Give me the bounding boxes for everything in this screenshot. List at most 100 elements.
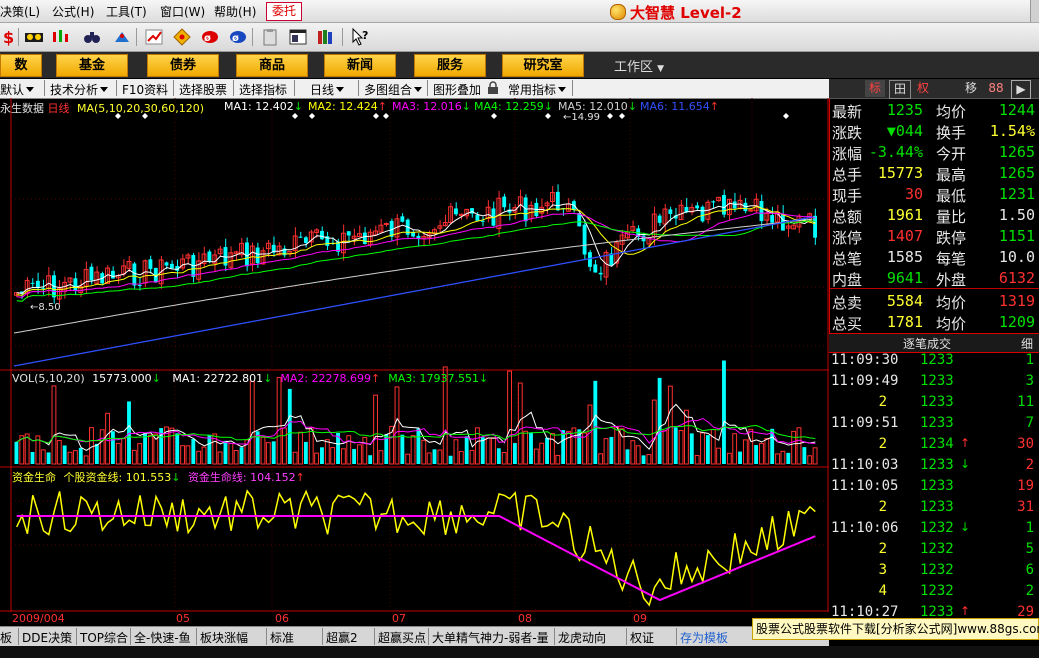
dollar-icon[interactable]: $ bbox=[0, 27, 20, 47]
bottom-tab[interactable]: 超赢2 bbox=[326, 629, 358, 646]
quote-label: 总笔 bbox=[832, 250, 863, 268]
tick-time: 11:10:05 bbox=[831, 478, 899, 494]
quote-row: 涨幅 -3.44% 今开 1265 bbox=[830, 143, 1035, 164]
analysis-select-stock[interactable]: 选择股票 bbox=[179, 81, 227, 98]
bottom-tab[interactable]: 存为模板 bbox=[680, 629, 728, 646]
candle-body bbox=[475, 214, 480, 221]
volume-bar bbox=[507, 370, 512, 465]
bottom-tab[interactable]: 权证 bbox=[630, 629, 654, 646]
volume-bar bbox=[582, 432, 588, 465]
books-icon[interactable] bbox=[316, 27, 336, 47]
window-layout-icon[interactable] bbox=[288, 27, 308, 47]
binoculars-chart-icon[interactable] bbox=[24, 27, 44, 47]
tick-price: 1233 bbox=[920, 478, 954, 494]
tick-qty: 31 bbox=[1017, 499, 1034, 515]
quote-label: 涨幅 bbox=[832, 145, 863, 163]
quote-label: 外盘 bbox=[936, 271, 967, 289]
nav-button-fund[interactable]: 基金 bbox=[56, 54, 128, 77]
binoculars-icon[interactable] bbox=[82, 27, 102, 47]
analysis-default[interactable]: 默认 bbox=[0, 81, 35, 98]
tick-qty: 1 bbox=[1025, 520, 1034, 536]
event-marker-icon bbox=[607, 113, 613, 119]
menu-help[interactable]: 帮助(H) bbox=[214, 3, 256, 20]
volume-bar bbox=[169, 427, 175, 465]
bottom-tab[interactable]: TOP综合 bbox=[80, 629, 128, 646]
analysis-multi-chart[interactable]: 多图组合 bbox=[364, 81, 423, 98]
tab-next[interactable]: ▶ bbox=[1011, 80, 1031, 99]
tick-time: 11:09:51 bbox=[831, 415, 899, 431]
tab-rights[interactable]: 权 bbox=[913, 80, 933, 97]
quote-label: 总卖 bbox=[832, 294, 863, 312]
volume-bar bbox=[738, 451, 742, 464]
nav-button-research[interactable]: 研究室 bbox=[502, 54, 584, 77]
lock-icon[interactable] bbox=[486, 81, 500, 95]
tab-quote[interactable]: 标 bbox=[865, 80, 885, 97]
broadcast-icon[interactable] bbox=[112, 27, 132, 47]
tab-move[interactable]: 移 bbox=[961, 80, 981, 97]
menu-decision[interactable]: 决策(L) bbox=[0, 3, 40, 20]
nav-button-bond[interactable]: 债券 bbox=[147, 54, 219, 77]
volume-bar bbox=[523, 430, 529, 465]
analysis-common-indicators[interactable]: 常用指标 bbox=[508, 81, 567, 98]
candle-body bbox=[303, 237, 308, 244]
bottom-tab[interactable]: 龙虎动向 bbox=[558, 629, 606, 646]
trade-entrust-button[interactable]: 委托 bbox=[266, 2, 302, 21]
nav-button-service[interactable]: 服务 bbox=[414, 54, 486, 77]
kline-icon[interactable] bbox=[50, 27, 70, 47]
bottom-tab[interactable]: 板块涨幅 bbox=[200, 629, 248, 646]
kline-chart[interactable] bbox=[0, 98, 829, 612]
analysis-select-indicator[interactable]: 选择指标 bbox=[239, 81, 287, 98]
volume-bar bbox=[764, 438, 770, 465]
clipboard-icon[interactable] bbox=[260, 27, 280, 47]
menu-formula[interactable]: 公式(H) bbox=[52, 3, 94, 20]
bottom-tab[interactable]: 全-快速-鱼 bbox=[134, 629, 191, 646]
blue-eye-icon[interactable]: ø bbox=[228, 27, 248, 47]
help-pointer-icon[interactable]: ? bbox=[350, 27, 370, 47]
volume-bar bbox=[378, 450, 384, 465]
candle-body bbox=[588, 252, 592, 267]
volume-bar bbox=[533, 448, 539, 465]
analysis-overlay[interactable]: 图形叠加 bbox=[433, 81, 481, 98]
red-eye-icon[interactable]: ø bbox=[200, 27, 220, 47]
event-marker-icon bbox=[383, 113, 389, 119]
analysis-tech[interactable]: 技术分析 bbox=[50, 81, 109, 98]
analysis-f10[interactable]: F10资料 bbox=[122, 81, 168, 98]
volume-bar bbox=[67, 451, 73, 465]
menu-tools[interactable]: 工具(T) bbox=[106, 3, 147, 20]
candle-body bbox=[454, 208, 458, 215]
tick-list[interactable]: 11:09:30 1233 1 11:09:49 1233 3 2 1233 11 11:09:5… bbox=[829, 352, 1039, 622]
analysis-daily[interactable]: 日线 bbox=[310, 81, 345, 98]
volume-bar bbox=[667, 385, 673, 465]
bottom-tab[interactable]: 标准 bbox=[270, 629, 294, 646]
tick-seq: 3 bbox=[878, 562, 887, 578]
bottom-tab[interactable]: 板 bbox=[0, 629, 12, 646]
event-marker-icon bbox=[309, 113, 315, 119]
workarea-label[interactable]: 工作区 ▼ bbox=[614, 56, 664, 75]
nav-button-shu[interactable]: 数 bbox=[0, 54, 42, 77]
bottom-tab[interactable]: 大单精气神力-弱者-量 bbox=[432, 629, 549, 646]
volume-bar bbox=[539, 442, 545, 465]
quote-value: 1585 bbox=[886, 248, 923, 266]
diamond-icon[interactable] bbox=[172, 27, 192, 47]
nav-button-news[interactable]: 新闻 bbox=[324, 54, 396, 77]
tab-88[interactable]: 88 bbox=[985, 80, 1007, 97]
volume-bar bbox=[561, 430, 566, 464]
bottom-tab[interactable]: 超赢买点 bbox=[378, 629, 426, 646]
volume-bar bbox=[223, 440, 228, 464]
tick-qty: 6 bbox=[1025, 562, 1034, 578]
bottom-tab[interactable]: DDE决策 bbox=[22, 629, 72, 646]
nav-button-commodity[interactable]: 商品 bbox=[236, 54, 308, 77]
menu-window[interactable]: 窗口(W) bbox=[160, 3, 205, 20]
candle-body bbox=[89, 266, 94, 281]
rise-chart-icon[interactable] bbox=[144, 27, 164, 47]
quote-row: 涨跌 ▼044 换手 1.54% bbox=[830, 122, 1035, 143]
volume-bar bbox=[330, 447, 336, 465]
bottom-tab-divider bbox=[76, 628, 77, 645]
tick-qty: 1 bbox=[1025, 352, 1034, 368]
volume-bar bbox=[700, 432, 705, 465]
tab-grid[interactable]: 田 bbox=[889, 80, 911, 99]
ma-legend-item: MA6: 11.654↑ bbox=[640, 100, 719, 113]
volume-bar bbox=[175, 433, 180, 464]
candle-body bbox=[298, 236, 303, 238]
tick-detail-button[interactable]: 细 bbox=[1021, 335, 1033, 352]
